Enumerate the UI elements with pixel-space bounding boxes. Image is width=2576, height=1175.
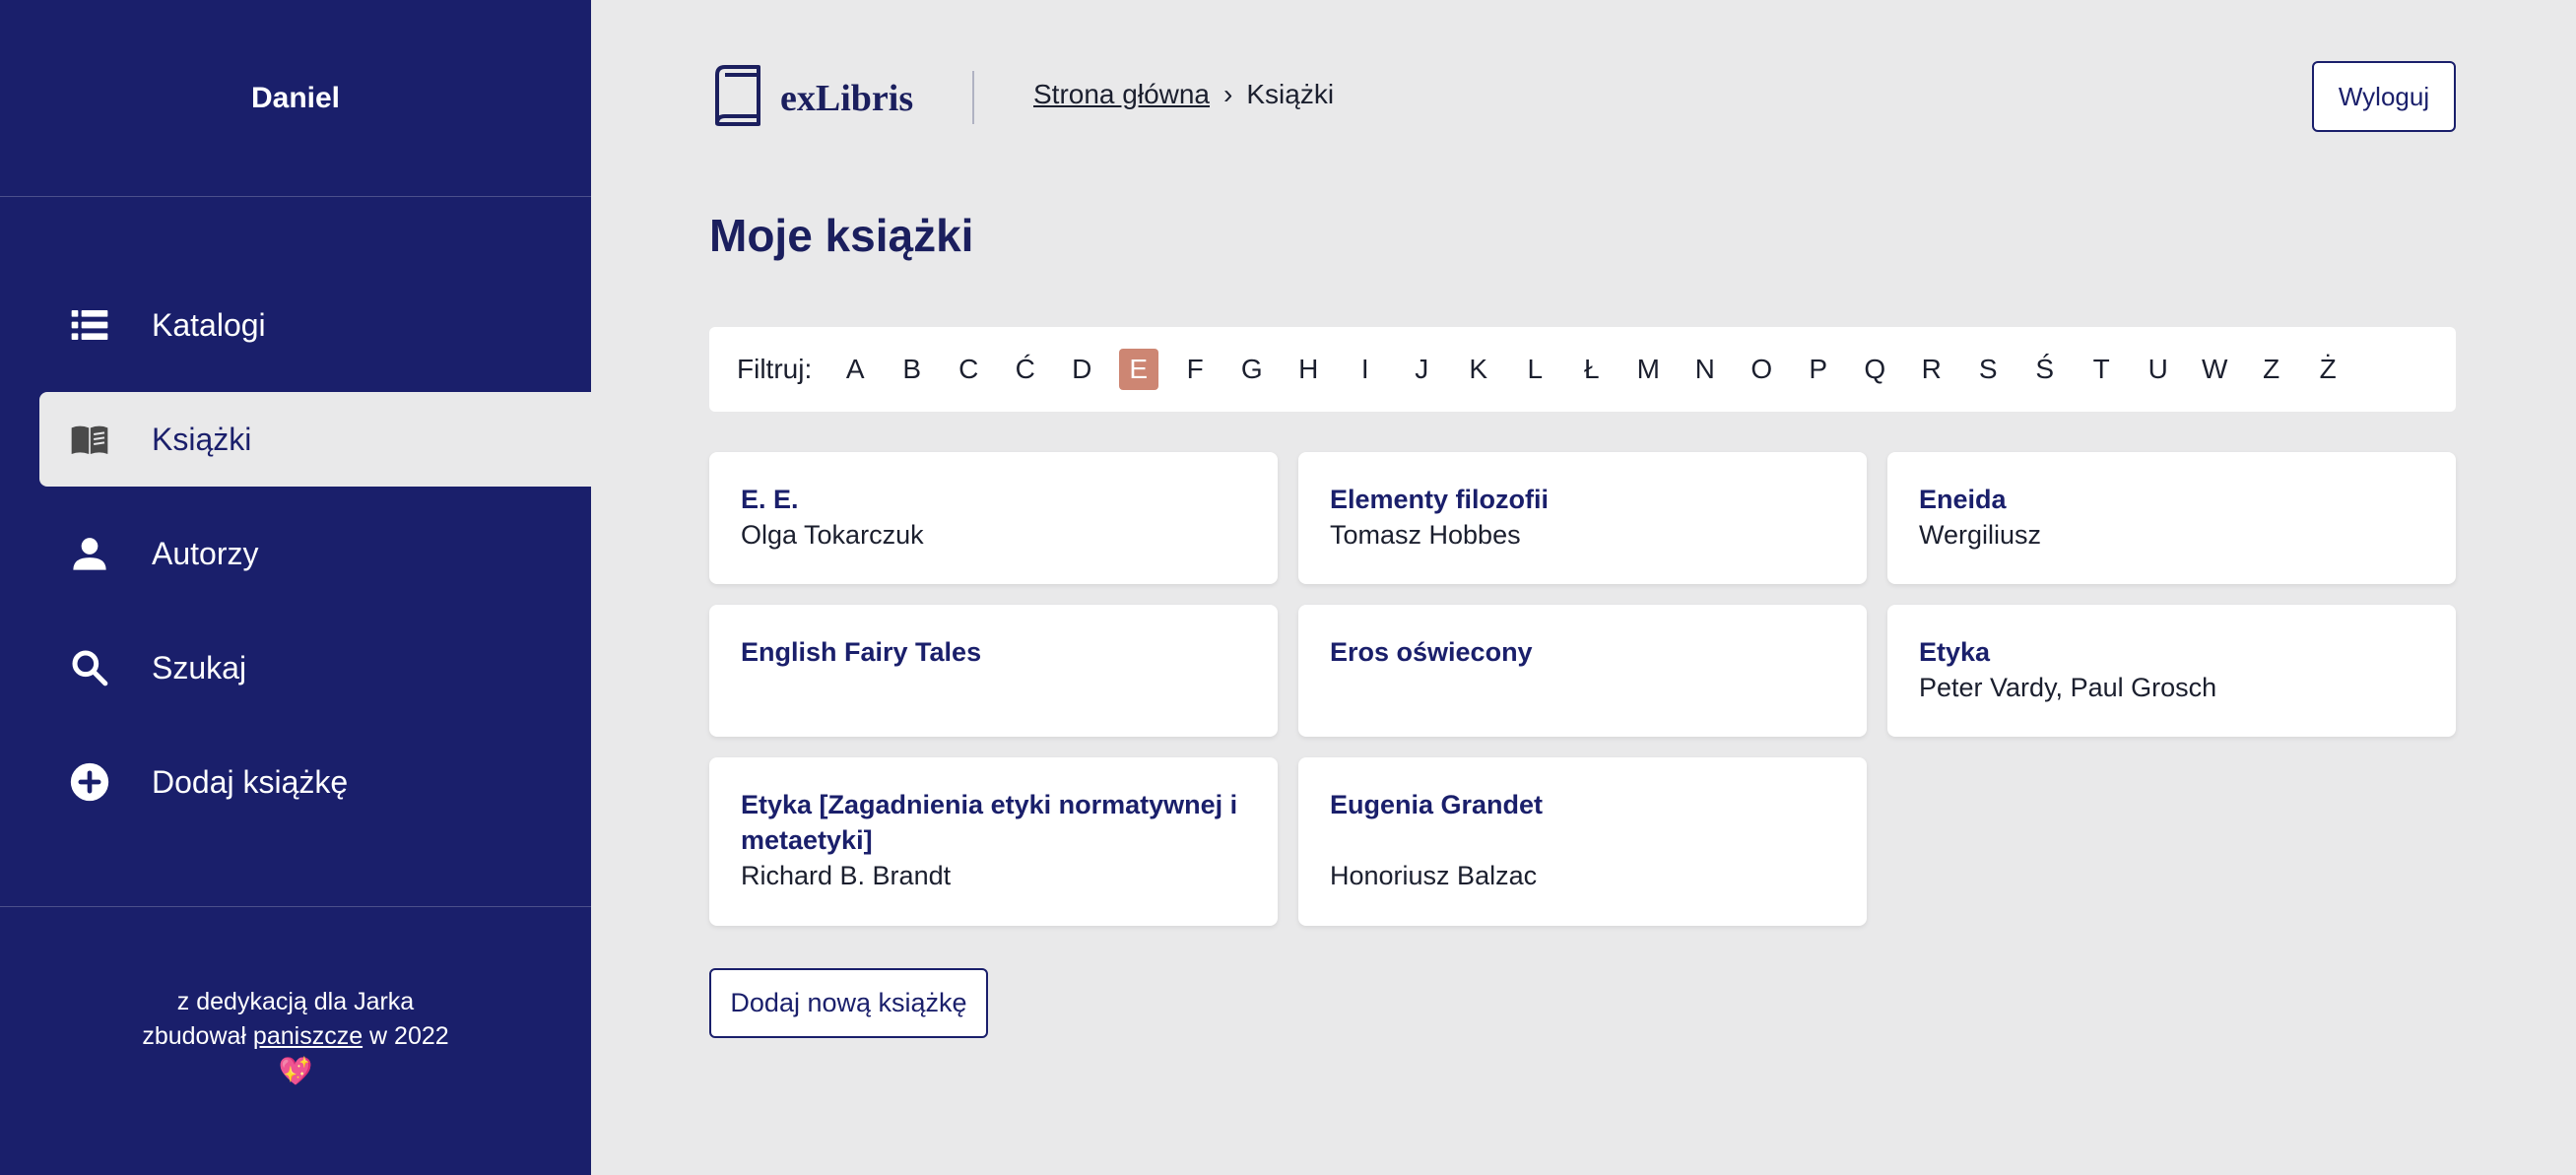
letter-filter-bar: Filtruj: ABCĆDEFGHIJKLŁMNOPQRSŚTUWZŻ <box>709 327 2456 412</box>
sidebar-item-katalogi[interactable]: Katalogi <box>39 278 591 372</box>
heart-icon: 💖 <box>278 1056 313 1086</box>
sidebar-item-label: Katalogi <box>152 306 266 343</box>
filter-letter[interactable]: D <box>1062 349 1101 390</box>
user-name: Daniel <box>0 0 591 197</box>
filter-letter[interactable]: C <box>949 349 988 390</box>
filter-letter[interactable]: U <box>2139 349 2178 390</box>
filter-letter[interactable]: K <box>1459 349 1498 390</box>
book-author: Wergiliusz <box>1919 520 2042 550</box>
breadcrumb: Strona główna › Książki <box>1033 79 1334 110</box>
filter-letter[interactable]: A <box>835 349 875 390</box>
book-card[interactable]: English Fairy Tales <box>709 605 1278 737</box>
book-card[interactable]: Etyka Peter Vardy, Paul Grosch <box>1887 605 2456 737</box>
book-card[interactable]: Eugenia Grandet Honoriusz Balzac <box>1298 757 1867 926</box>
book-title: Eugenia Grandet <box>1330 790 1544 819</box>
filter-letter[interactable]: L <box>1515 349 1554 390</box>
filter-letter[interactable]: F <box>1175 349 1215 390</box>
book-author: Tomasz Hobbes <box>1330 520 1521 550</box>
footer-credits: zbudował paniszcze w 2022 <box>142 1022 449 1050</box>
header-divider <box>972 71 974 124</box>
sidebar-item-ksiazki[interactable]: Książki <box>39 392 591 487</box>
filter-letter[interactable]: G <box>1232 349 1272 390</box>
book-title: Eneida <box>1919 485 2007 514</box>
filter-letter[interactable]: B <box>892 349 932 390</box>
filter-letter[interactable]: Ć <box>1006 349 1045 390</box>
filter-letter[interactable]: T <box>2081 349 2121 390</box>
book-title: English Fairy Tales <box>741 637 982 667</box>
book-title: Eros oświecony <box>1330 637 1533 667</box>
filter-letter[interactable]: Ś <box>2025 349 2065 390</box>
filter-letter[interactable]: P <box>1799 349 1838 390</box>
filter-letter[interactable]: H <box>1288 349 1328 390</box>
list-icon <box>67 302 112 348</box>
book-grid: E. E. Olga Tokarczuk Elementy filozofii … <box>709 452 2456 926</box>
book-author: Peter Vardy, Paul Grosch <box>1919 673 2217 702</box>
letter-filter-list: ABCĆDEFGHIJKLŁMNOPQRSŚTUWZŻ <box>835 349 2365 390</box>
book-author: Honoriusz Balzac <box>1330 861 1538 890</box>
sidebar-item-label: Książki <box>152 421 252 457</box>
sidebar-footer: z dedykacją dla Jarka zbudował paniszcze… <box>0 985 591 1088</box>
footer-dedication: z dedykacją dla Jarka <box>176 988 415 1015</box>
sidebar-item-dodaj-ksiazke[interactable]: Dodaj książkę <box>39 735 591 829</box>
top-header: exLibris Strona główna › Książki Wyloguj <box>709 59 2456 138</box>
book-card[interactable]: E. E. Olga Tokarczuk <box>709 452 1278 584</box>
sidebar: Daniel Katalogi Książki Autorzy Szukaj D… <box>0 0 591 1175</box>
sidebar-nav: Katalogi Książki Autorzy Szukaj Dodaj ks… <box>39 278 591 849</box>
filter-letter[interactable]: Ł <box>1572 349 1612 390</box>
breadcrumb-home-link[interactable]: Strona główna <box>1033 79 1210 110</box>
filter-letter[interactable]: E <box>1118 349 1158 390</box>
filter-letter[interactable]: J <box>1402 349 1441 390</box>
book-title: E. E. <box>741 485 799 514</box>
breadcrumb-separator: › <box>1223 79 1233 109</box>
sidebar-item-label: Autorzy <box>152 535 259 571</box>
author-link[interactable]: paniszcze <box>253 1022 363 1050</box>
sidebar-item-szukaj[interactable]: Szukaj <box>39 620 591 715</box>
breadcrumb-current: Książki <box>1246 79 1335 109</box>
plus-circle-icon <box>67 759 112 805</box>
filter-letter[interactable]: Ż <box>2308 349 2347 390</box>
book-logo-icon <box>709 65 760 131</box>
book-open-icon <box>67 417 112 462</box>
filter-letter[interactable]: M <box>1628 349 1668 390</box>
filter-letter[interactable]: W <box>2195 349 2234 390</box>
book-card[interactable]: Eneida Wergiliusz <box>1887 452 2456 584</box>
filter-letter[interactable]: O <box>1742 349 1781 390</box>
sidebar-divider <box>0 906 591 907</box>
book-title: Elementy filozofii <box>1330 485 1550 514</box>
book-card[interactable]: Eros oświecony <box>1298 605 1867 737</box>
book-card[interactable]: Elementy filozofii Tomasz Hobbes <box>1298 452 1867 584</box>
book-author: Richard B. Brandt <box>741 861 952 890</box>
book-author: Olga Tokarczuk <box>741 520 924 550</box>
filter-label: Filtruj: <box>737 354 813 384</box>
sidebar-item-label: Szukaj <box>152 649 247 685</box>
filter-letter[interactable]: Z <box>2252 349 2291 390</box>
filter-letter[interactable]: N <box>1685 349 1725 390</box>
filter-letter[interactable]: S <box>1968 349 2008 390</box>
page-title: Moje książki <box>709 210 974 261</box>
app-logo[interactable]: exLibris <box>709 65 913 131</box>
sidebar-item-label: Dodaj książkę <box>152 763 349 800</box>
add-book-button[interactable]: Dodaj nową książkę <box>709 968 988 1038</box>
person-icon <box>67 531 112 576</box>
app-name: exLibris <box>780 77 914 119</box>
book-card[interactable]: Etyka [Zagadnienia etyki normatywnej i m… <box>709 757 1278 926</box>
book-title: Etyka [Zagadnienia etyki normatywnej i m… <box>741 790 1238 855</box>
filter-letter[interactable]: I <box>1346 349 1385 390</box>
search-icon <box>67 645 112 690</box>
filter-letter[interactable]: Q <box>1855 349 1894 390</box>
book-title: Etyka <box>1919 637 1991 667</box>
filter-letter[interactable]: R <box>1912 349 1951 390</box>
sidebar-item-autorzy[interactable]: Autorzy <box>39 506 591 601</box>
logout-button[interactable]: Wyloguj <box>2312 61 2456 132</box>
